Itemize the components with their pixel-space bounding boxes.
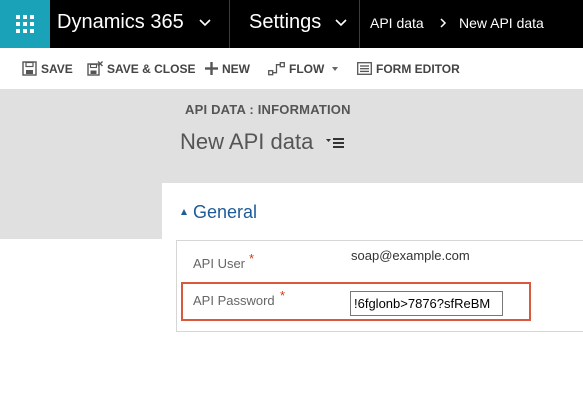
area-title[interactable]: Settings xyxy=(249,11,321,34)
entity-form-label: API DATA : INFORMATION xyxy=(185,102,351,117)
breadcrumb-api-data[interactable]: API data xyxy=(370,15,424,31)
form-editor-button-label: FORM EDITOR xyxy=(376,61,460,76)
collapse-section-icon[interactable] xyxy=(181,209,187,215)
api-user-field[interactable]: soap@example.com xyxy=(351,248,470,263)
field-label-api-user: API User xyxy=(193,256,246,271)
field-label-api-password: API Password xyxy=(193,293,275,308)
app-title[interactable]: Dynamics 365 xyxy=(57,11,184,34)
nav-divider xyxy=(359,0,360,48)
form-selector-menu-icon[interactable] xyxy=(326,137,344,149)
new-button[interactable]: NEW xyxy=(205,48,250,89)
new-button-label: NEW xyxy=(222,61,250,76)
flow-button-label: FLOW xyxy=(289,61,325,76)
flow-button[interactable]: FLOW xyxy=(268,48,339,89)
save-and-close-button-label: SAVE & CLOSE xyxy=(107,61,196,76)
form-editor-button[interactable]: FORM EDITOR xyxy=(357,48,460,89)
breadcrumb-current-record[interactable]: New API data xyxy=(459,15,544,31)
save-close-icon xyxy=(87,60,103,76)
flow-icon xyxy=(268,61,285,75)
waffle-icon xyxy=(16,15,34,33)
save-button-label: SAVE xyxy=(41,61,73,76)
nav-divider xyxy=(229,0,230,48)
section-title-general[interactable]: General xyxy=(193,202,257,223)
chevron-right-icon xyxy=(440,18,447,28)
save-icon xyxy=(22,61,37,76)
chevron-down-icon xyxy=(332,66,339,71)
required-indicator: * xyxy=(249,251,255,266)
command-bar: SAVE SAVE & CLOSE NEW FLOW FORM EDITOR xyxy=(0,48,583,89)
save-button[interactable]: SAVE xyxy=(22,48,73,89)
top-nav-bar: Dynamics 365 Settings API data New API d… xyxy=(0,0,583,48)
chevron-down-icon[interactable] xyxy=(197,14,213,30)
record-title: New API data xyxy=(180,129,314,154)
form-editor-icon xyxy=(357,62,372,75)
required-indicator: * xyxy=(280,288,286,303)
plus-icon xyxy=(205,62,218,75)
app-launcher-button[interactable] xyxy=(0,0,50,48)
chevron-down-icon[interactable] xyxy=(333,14,349,30)
save-and-close-button[interactable]: SAVE & CLOSE xyxy=(87,48,195,89)
api-password-field[interactable] xyxy=(350,291,503,316)
